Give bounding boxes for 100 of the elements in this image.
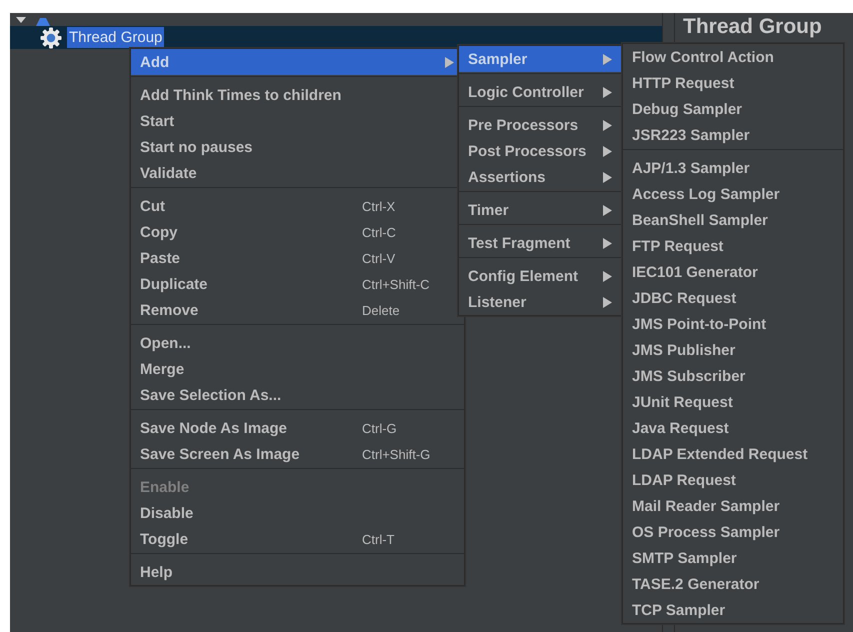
submenu-arrow-icon	[603, 204, 612, 216]
menu-item[interactable]: Pre Processors	[459, 112, 622, 138]
menu-item-label: OS Process Sampler	[632, 524, 780, 540]
menu-item-label: TCP Sampler	[632, 602, 726, 618]
menu-item[interactable]: Timer	[459, 197, 622, 223]
menu-item[interactable]: Open...	[131, 330, 464, 356]
menu-item-label: Test Fragment	[468, 234, 570, 252]
menu-item-label: Merge	[140, 360, 184, 378]
menu-item[interactable]: LDAP Extended Request	[623, 441, 843, 467]
menu-item[interactable]: HTTP Request	[623, 70, 843, 96]
menu-item[interactable]: Mail Reader Sampler	[623, 493, 843, 519]
menu-item-label: Save Selection As...	[140, 386, 282, 404]
menu-item-label: Save Screen As Image	[140, 446, 300, 462]
menu-item[interactable]: FTP Request	[623, 233, 843, 259]
menu-item[interactable]: JSR223 Sampler	[623, 122, 843, 148]
menu-item[interactable]: Save Screen As Image Ctrl+Shift-G	[131, 441, 464, 467]
menu-item-label: Add	[140, 54, 170, 70]
menu-item[interactable]: AJP/1.3 Sampler	[623, 155, 843, 181]
submenu-arrow-icon	[603, 120, 612, 130]
shortcut-label: Ctrl-V	[362, 250, 396, 266]
menu-item-label: Mail Reader Sampler	[632, 498, 780, 514]
menu-item[interactable]: Test Fragment	[459, 230, 622, 256]
menu-item-label: Paste	[140, 250, 180, 266]
menu-item-label: Start	[140, 112, 174, 130]
menu-item-label: Validate	[140, 164, 197, 182]
menu-item-label: HTTP Request	[632, 74, 734, 92]
menu-item-label: JMS Subscriber	[632, 368, 746, 384]
menu-item[interactable]: OS Process Sampler	[623, 519, 843, 545]
menu-item-label: Pre Processors	[468, 116, 578, 134]
menu-item[interactable]: JMS Point-to-Point	[623, 311, 843, 337]
submenu-arrow-icon	[603, 172, 612, 182]
menu-item[interactable]: JMS Publisher	[623, 337, 843, 363]
menu-item[interactable]: IEC101 Generator	[623, 259, 843, 285]
menu-item-label: BeanShell Sampler	[632, 212, 768, 228]
submenu-arrow-icon	[603, 86, 612, 98]
submenu-arrow-icon	[603, 270, 612, 282]
menu-item[interactable]: Toggle Ctrl-T	[131, 526, 464, 552]
menu-item[interactable]: Java Request	[623, 415, 843, 441]
menu-item-label: Logic Controller	[468, 84, 584, 100]
expand-triangle-icon[interactable]	[16, 17, 26, 23]
menu-item-label: Copy	[140, 224, 178, 240]
menu-item-label: Timer	[468, 202, 509, 218]
menu-item-label: Cut	[140, 198, 165, 214]
menu-item-label: LDAP Request	[632, 472, 736, 488]
menu-item-label: Access Log Sampler	[632, 186, 780, 202]
shortcut-label: Delete	[362, 302, 400, 318]
menu-item-label: LDAP Extended Request	[632, 446, 808, 462]
menu-item[interactable]: Config Element	[459, 263, 622, 289]
menu-item-label: JMS Publisher	[632, 342, 736, 358]
submenu-arrow-icon	[603, 54, 612, 64]
menu-item-label: Remove	[140, 302, 198, 318]
menu-item-label: FTP Request	[632, 238, 724, 254]
menu-item-label: Debug Sampler	[632, 100, 742, 118]
menu-item[interactable]: Save Selection As...	[131, 382, 464, 408]
menu-item[interactable]: Disable	[131, 500, 464, 526]
menu-item-label: AJP/1.3 Sampler	[632, 160, 750, 176]
submenu-arrow-icon	[603, 238, 612, 248]
menu-item[interactable]: Logic Controller	[459, 79, 622, 105]
menu-item[interactable]: SMTP Sampler	[623, 545, 843, 571]
menu-item-label: Flow Control Action	[632, 48, 774, 66]
menu-item-label: Enable	[140, 478, 190, 496]
menu-item[interactable]: Debug Sampler	[623, 96, 843, 122]
menu-item[interactable]: Flow Control Action	[623, 44, 843, 70]
menu-item-label: JUnit Request	[632, 394, 733, 410]
menu-item-label: Assertions	[468, 168, 546, 186]
menu-item[interactable]: Assertions	[459, 164, 622, 190]
shortcut-label: Ctrl-T	[362, 532, 394, 546]
menu-item[interactable]: Save Node As Image Ctrl-G	[131, 415, 464, 441]
menu-item[interactable]: TASE.2 Generator	[623, 571, 843, 597]
shortcut-label: Ctrl+Shift-C	[362, 276, 430, 292]
menu-item-label: JDBC Request	[632, 290, 736, 306]
menu-item-label: TASE.2 Generator	[632, 576, 760, 592]
menu-item[interactable]: Listener	[459, 289, 622, 315]
menu-item[interactable]: JUnit Request	[623, 389, 843, 415]
menu-item[interactable]: JMS Subscriber	[623, 363, 843, 389]
panel-title: Thread Group	[683, 14, 823, 39]
menu-item[interactable]: TCP Sampler	[623, 597, 843, 623]
menu-item-label: Help	[140, 564, 173, 580]
menu-item-label: Toggle	[140, 530, 188, 548]
menu-item-label: SMTP Sampler	[632, 550, 737, 566]
menu-item-label: Disable	[140, 504, 194, 522]
menu-item-label: Post Processors	[468, 142, 586, 160]
menu-item-label: JMS Point-to-Point	[632, 316, 766, 332]
shortcut-label: Ctrl-C	[362, 224, 396, 240]
menu-item[interactable]: Help	[131, 559, 464, 585]
menu-item[interactable]: Post Processors	[459, 138, 622, 164]
menu-item-label: Save Node As Image	[140, 420, 288, 436]
menu-item[interactable]: BeanShell Sampler	[623, 207, 843, 233]
menu-item[interactable]: Access Log Sampler	[623, 181, 843, 207]
menu-item[interactable]: Sampler	[459, 46, 622, 72]
menu-item[interactable]: LDAP Request	[623, 467, 843, 493]
menu-item-label: Config Element	[468, 268, 578, 284]
shortcut-label: Ctrl-G	[362, 420, 397, 436]
menu-item[interactable]: Merge	[131, 356, 464, 382]
submenu-arrow-icon	[603, 146, 612, 156]
menu-item-label: Start no pauses	[140, 138, 253, 156]
menu-item-label: Sampler	[468, 50, 528, 68]
menu-item[interactable]: JDBC Request	[623, 285, 843, 311]
tree-node-label[interactable]: Thread Group	[67, 27, 164, 48]
submenu-arrow-icon	[445, 56, 454, 68]
